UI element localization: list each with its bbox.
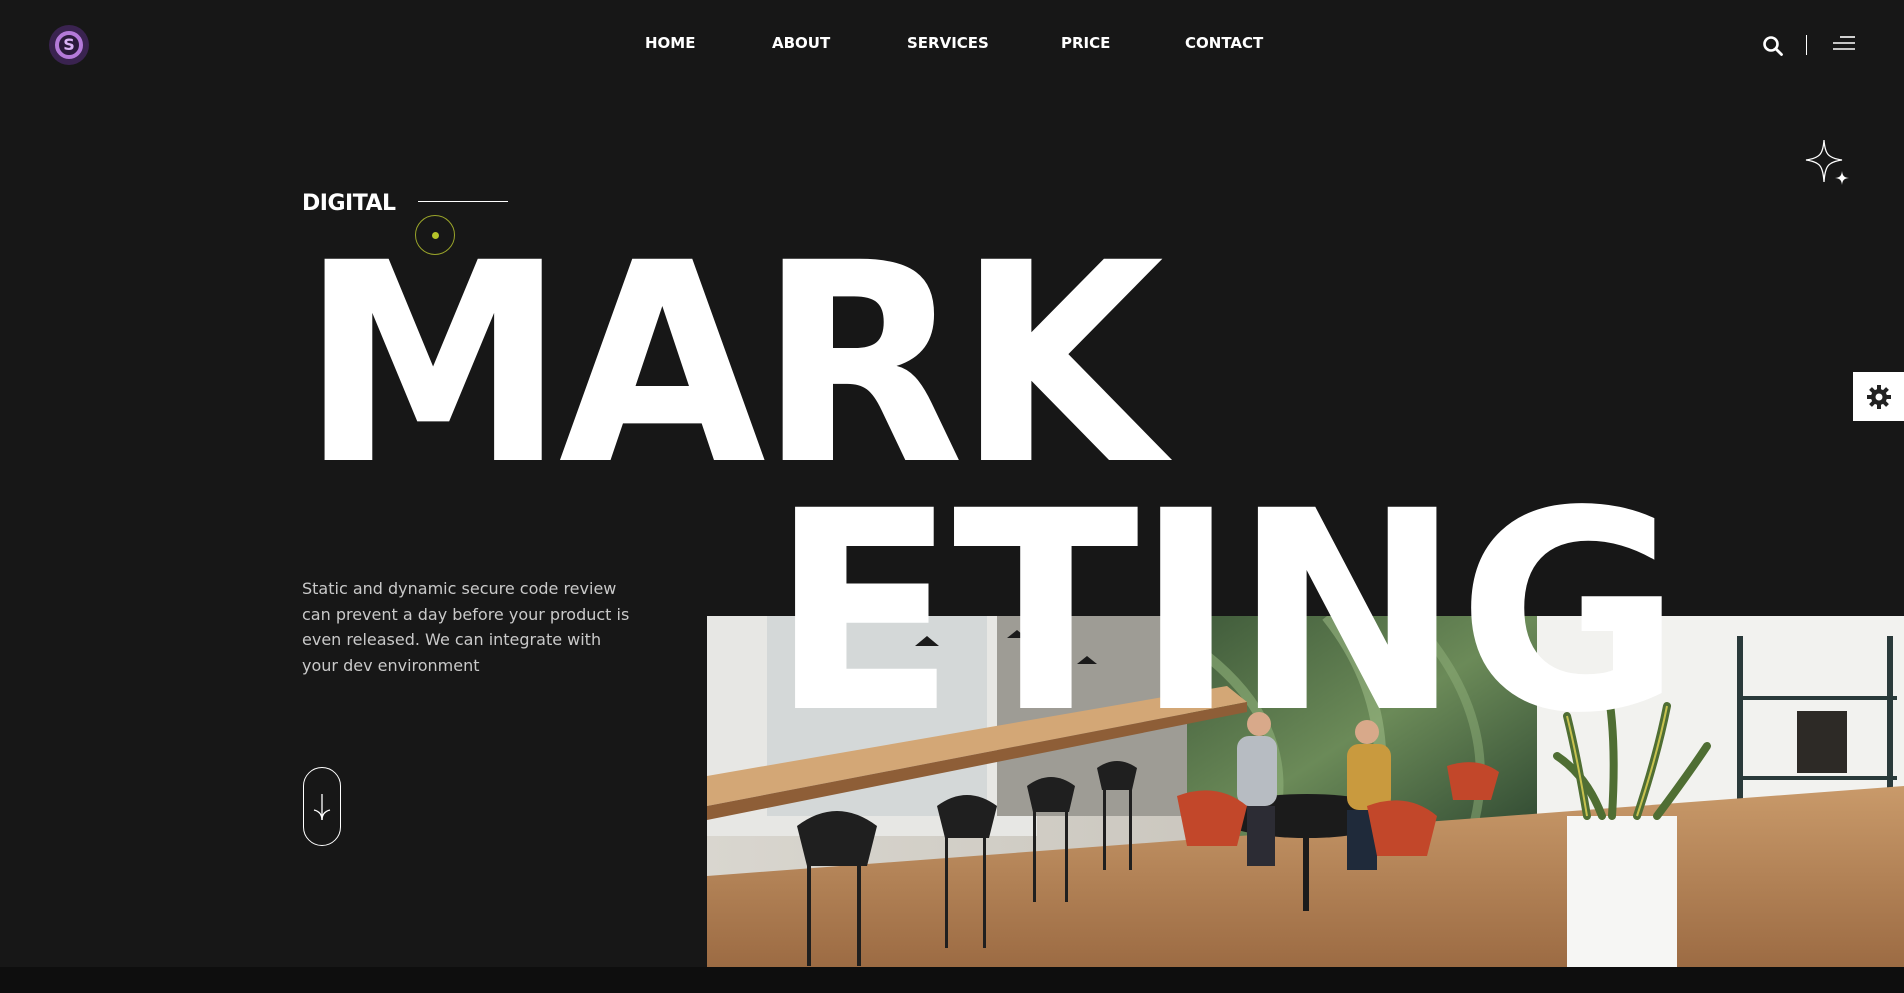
logo[interactable]: S	[49, 25, 89, 65]
bottom-strip	[0, 967, 1904, 993]
logo-letter: S	[63, 35, 75, 54]
search-icon[interactable]	[1762, 35, 1784, 57]
nav-item-about[interactable]: ABOUT	[772, 34, 830, 52]
page: S HOME ABOUT SERVICES PRICE CONTACT DIGI…	[0, 0, 1904, 993]
nav-item-services[interactable]: SERVICES	[907, 34, 989, 52]
header-divider	[1806, 35, 1807, 55]
nav-item-price[interactable]: PRICE	[1061, 34, 1110, 52]
logo-ring: S	[55, 31, 83, 59]
hero-description: Static and dynamic secure code review ca…	[302, 579, 630, 675]
hero-title-line2: ETING	[770, 453, 1682, 774]
eyebrow-line	[418, 201, 508, 202]
nav-item-home[interactable]: HOME	[645, 34, 695, 52]
scroll-down-button[interactable]	[303, 767, 341, 846]
sparkle-icon	[1805, 139, 1849, 185]
arrow-down-icon	[313, 793, 331, 820]
nav-item-contact[interactable]: CONTACT	[1185, 34, 1263, 52]
menu-icon[interactable]	[1832, 34, 1856, 56]
settings-button[interactable]	[1853, 372, 1904, 421]
gear-icon	[1866, 384, 1891, 409]
